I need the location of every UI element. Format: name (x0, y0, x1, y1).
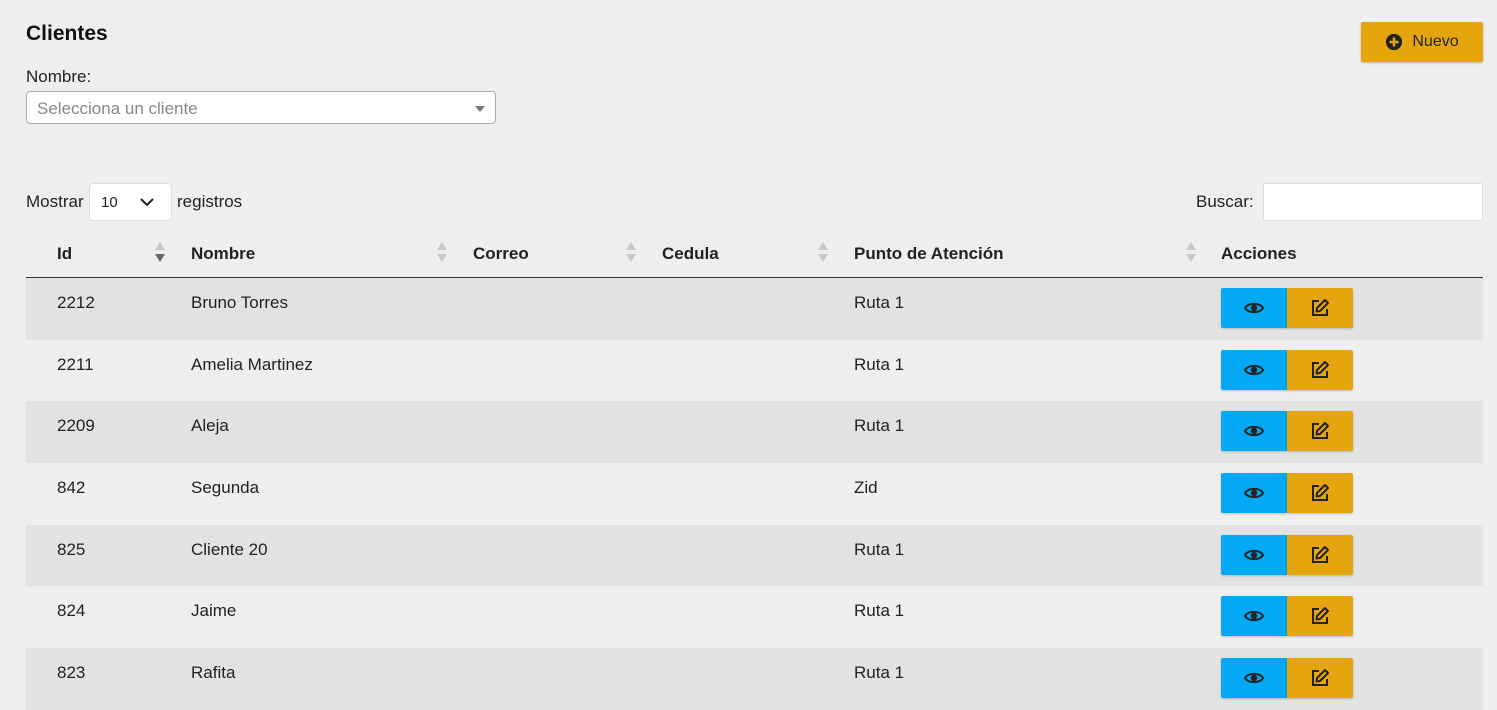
cell-nombre: Bruno Torres (191, 293, 289, 312)
sort-desc-icon[interactable] (155, 242, 165, 266)
view-button[interactable] (1221, 658, 1287, 699)
eye-icon (1244, 548, 1264, 562)
edit-icon (1310, 360, 1330, 380)
table-body: 2212 Bruno Torres Ruta 1 2211 Amelia Martine… (26, 278, 1483, 710)
cell-punto: Ruta 1 (854, 416, 905, 436)
chevron-down-icon (140, 198, 154, 207)
edit-button[interactable] (1287, 349, 1353, 390)
edit-button[interactable] (1287, 473, 1353, 514)
table-row: 2209 Aleja Ruta 1 (26, 401, 1483, 464)
view-button[interactable] (1221, 473, 1287, 514)
table-row: 823 Rafita Ruta 1 (26, 648, 1483, 710)
row-actions (1221, 534, 1353, 575)
row-actions (1221, 349, 1353, 390)
sort-icon[interactable] (818, 242, 828, 266)
edit-button[interactable] (1287, 658, 1353, 699)
eye-icon (1244, 424, 1264, 438)
row-actions (1221, 288, 1353, 328)
cell-id: 2212 (57, 293, 95, 312)
edit-button[interactable] (1287, 596, 1353, 637)
new-client-button[interactable]: Nuevo (1361, 22, 1483, 62)
cell-id: 2209 (57, 416, 95, 436)
cell-nombre: Aleja (191, 416, 229, 436)
cell-nombre: Rafita (191, 663, 236, 683)
cell-id: 825 (57, 539, 86, 559)
table-row: 825 Cliente 20 Ruta 1 (26, 524, 1483, 587)
caret-down-icon (475, 106, 485, 112)
client-select[interactable]: Selecciona un cliente (26, 91, 496, 124)
table-header: Id Nombre Correo Cedula Punto de Atenció… (26, 232, 1483, 278)
column-header-id[interactable]: Id (57, 244, 72, 264)
cell-punto: Ruta 1 (854, 354, 905, 374)
table-row: 842 Segunda Zid (26, 463, 1483, 525)
sort-icon[interactable] (1186, 242, 1196, 266)
new-button-label: Nuevo (1412, 33, 1459, 50)
client-select-placeholder: Selecciona un cliente (37, 99, 198, 118)
plus-circle-icon (1386, 33, 1403, 51)
edit-icon (1310, 483, 1330, 503)
eye-icon (1244, 486, 1264, 500)
cell-id: 2211 (57, 354, 94, 374)
eye-icon (1244, 363, 1264, 377)
cell-id: 842 (57, 478, 86, 498)
client-filter-label: Nombre: (26, 67, 92, 86)
cell-punto: Zid (854, 478, 878, 498)
show-label: Mostrar (26, 192, 84, 211)
column-header-cedula[interactable]: Cedula (662, 244, 719, 264)
sort-icon[interactable] (437, 242, 447, 266)
clients-table: Id Nombre Correo Cedula Punto de Atenció… (26, 232, 1483, 710)
table-row: 824 Jaime Ruta 1 (26, 586, 1483, 649)
edit-icon (1310, 606, 1330, 626)
table-row: 2212 Bruno Torres Ruta 1 (26, 278, 1483, 340)
page-length-select[interactable]: 10 (89, 183, 172, 221)
column-header-correo[interactable]: Correo (473, 244, 529, 264)
row-actions (1221, 411, 1353, 452)
cell-nombre: Cliente 20 (191, 539, 268, 559)
cell-nombre: Amelia Martinez (191, 354, 313, 374)
cell-punto: Ruta 1 (854, 601, 905, 621)
view-button[interactable] (1221, 411, 1287, 452)
cell-punto: Ruta 1 (854, 539, 905, 559)
search-label: Buscar: (1196, 192, 1254, 211)
eye-icon (1244, 609, 1264, 623)
page-length-value: 10 (101, 194, 118, 211)
edit-button[interactable] (1287, 411, 1353, 452)
edit-button[interactable] (1287, 288, 1353, 328)
edit-icon (1310, 298, 1330, 318)
eye-icon (1244, 671, 1264, 685)
table-row: 2211 Amelia Martinez Ruta 1 (26, 339, 1483, 402)
edit-button[interactable] (1287, 534, 1353, 575)
edit-icon (1310, 421, 1330, 441)
eye-icon (1244, 301, 1264, 315)
sort-icon[interactable] (626, 242, 636, 266)
edit-icon (1310, 545, 1330, 565)
column-header-punto[interactable]: Punto de Atención (854, 244, 1004, 264)
records-label: registros (177, 192, 243, 211)
cell-id: 824 (57, 601, 86, 621)
view-button[interactable] (1221, 596, 1287, 637)
cell-punto: Ruta 1 (854, 293, 905, 312)
row-actions (1221, 658, 1353, 699)
edit-icon (1310, 668, 1330, 688)
row-actions (1221, 596, 1353, 637)
cell-nombre: Segunda (191, 478, 260, 498)
view-button[interactable] (1221, 534, 1287, 575)
column-header-nombre[interactable]: Nombre (191, 244, 255, 264)
view-button[interactable] (1221, 288, 1287, 328)
view-button[interactable] (1221, 349, 1287, 390)
column-header-acciones: Acciones (1221, 244, 1297, 263)
search-input[interactable] (1263, 183, 1483, 221)
page-title: Clientes (26, 22, 108, 45)
row-actions (1221, 473, 1353, 514)
cell-punto: Ruta 1 (854, 663, 905, 683)
cell-nombre: Jaime (191, 601, 237, 621)
cell-id: 823 (57, 663, 86, 683)
